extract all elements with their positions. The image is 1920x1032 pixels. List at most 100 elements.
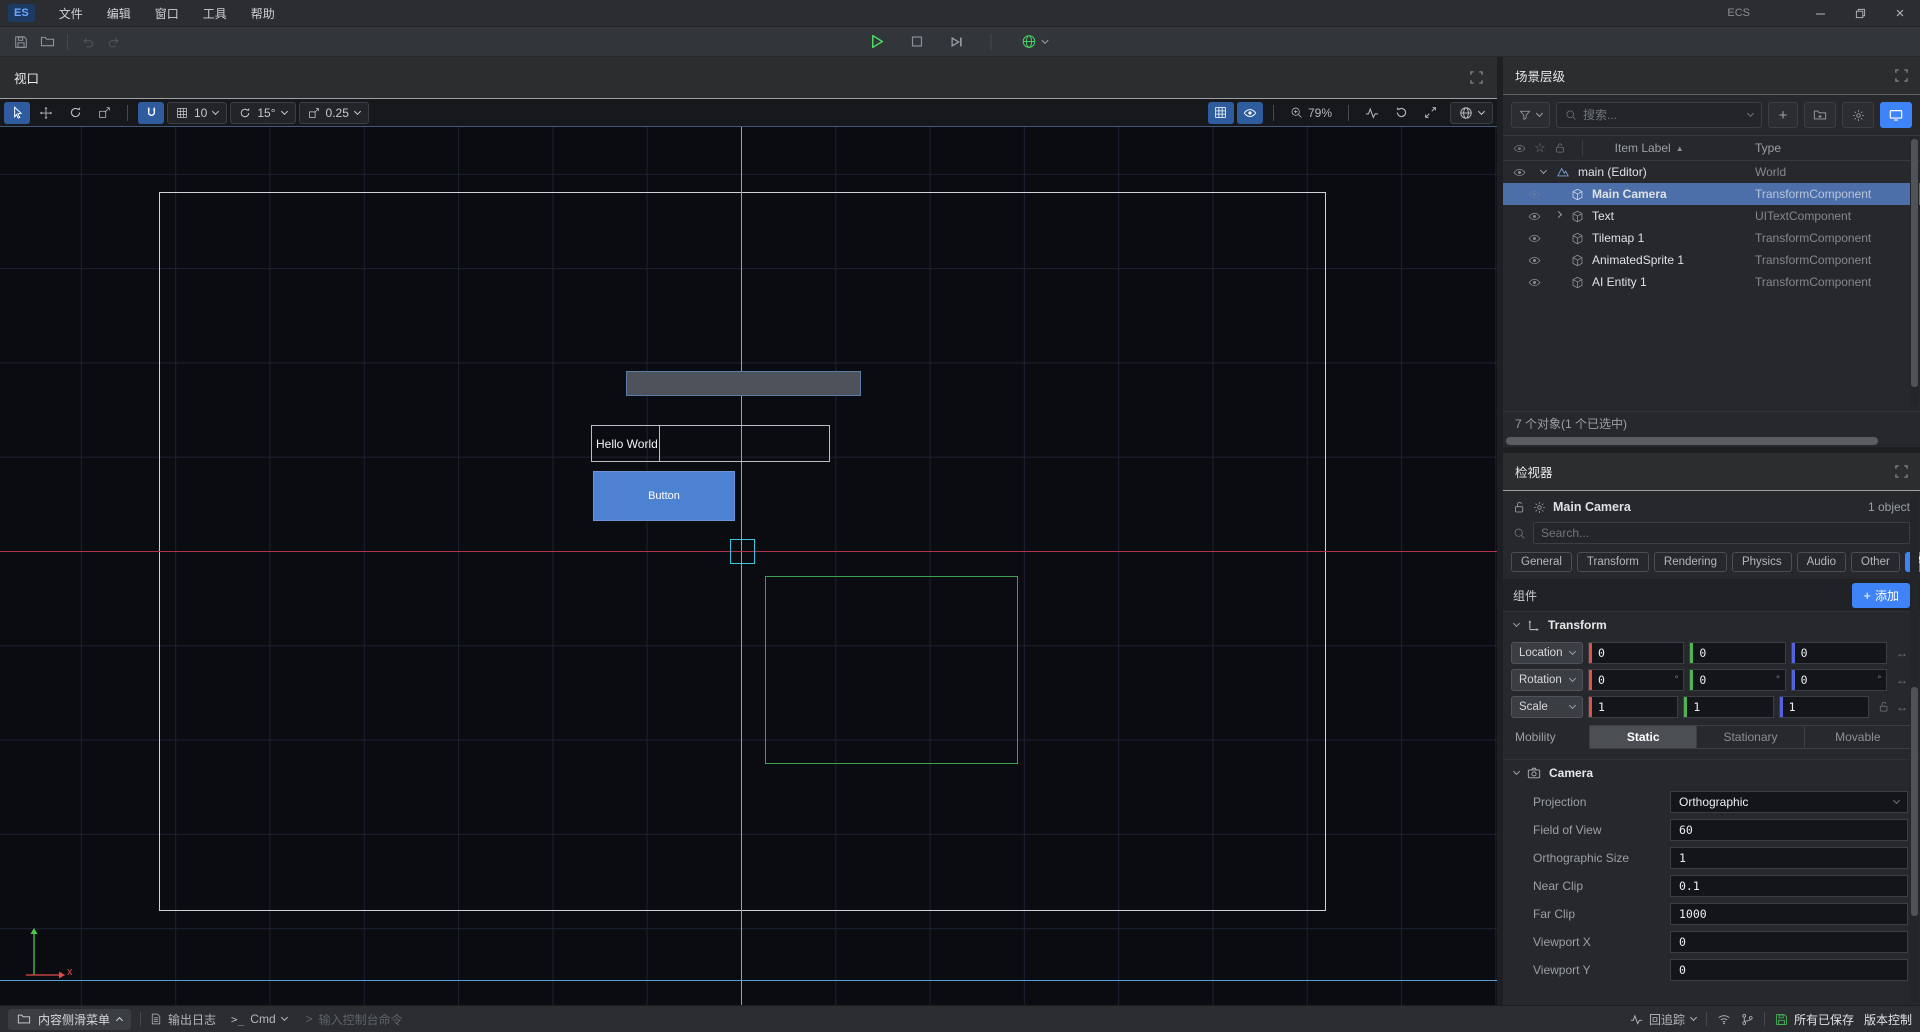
rotation-dropdown[interactable]: Rotation [1511, 669, 1583, 691]
far-clip-input[interactable]: 1000 [1670, 903, 1908, 925]
filter-dropdown[interactable] [1511, 102, 1550, 128]
mobility-movable-button[interactable]: Movable [1805, 725, 1912, 749]
viewport-y-input[interactable]: 0 [1670, 959, 1908, 981]
redo-icon[interactable] [101, 31, 127, 53]
inspector-vertical-scrollbar[interactable] [1910, 493, 1919, 1003]
zoom-level[interactable]: 79% [1284, 106, 1338, 120]
eye-icon[interactable] [1528, 210, 1541, 223]
projection-dropdown[interactable]: Orthographic [1670, 791, 1908, 813]
tab-audio[interactable]: Audio [1797, 552, 1846, 572]
eye-icon[interactable] [1528, 254, 1541, 267]
location-y-field[interactable]: 0 [1689, 642, 1785, 664]
item-label-column[interactable]: Item Label [1615, 141, 1671, 155]
ai-entity-region[interactable] [765, 576, 1018, 764]
eye-icon[interactable] [1528, 232, 1541, 245]
visibility-toggle[interactable] [1237, 102, 1263, 124]
tab-physics[interactable]: Physics [1732, 552, 1792, 572]
output-log-button[interactable]: 输出日志 [150, 1011, 216, 1028]
text-object[interactable]: Hello World [591, 425, 830, 462]
show-grid-toggle[interactable] [1208, 102, 1234, 124]
button-object[interactable]: Button [593, 471, 735, 521]
tab-rendering[interactable]: Rendering [1654, 552, 1727, 572]
scale-y-field[interactable]: 1 [1683, 696, 1773, 718]
tree-row-main-editor[interactable]: main (Editor) World [1503, 161, 1920, 183]
play-button[interactable] [864, 31, 890, 53]
location-dropdown[interactable]: Location [1511, 642, 1583, 664]
rotation-x-field[interactable]: 0° [1588, 669, 1684, 691]
scale-tool-button[interactable] [91, 102, 117, 124]
menu-file[interactable]: 文件 [47, 0, 95, 26]
minimize-button[interactable] [1800, 0, 1840, 26]
fullscreen-button[interactable] [1417, 102, 1443, 124]
hierarchy-search-input[interactable] [1583, 108, 1742, 122]
near-clip-input[interactable]: 0.1 [1670, 875, 1908, 897]
location-x-field[interactable]: 0 [1588, 642, 1684, 664]
rotate-tool-button[interactable] [62, 102, 88, 124]
console-command-input[interactable]: > 输入控制台命令 [306, 1011, 403, 1028]
mobility-stationary-button[interactable]: Stationary [1697, 725, 1804, 749]
app-logo[interactable]: ES [8, 4, 35, 22]
eye-icon[interactable] [1528, 276, 1541, 289]
object-settings-gear-icon[interactable] [1533, 501, 1546, 514]
hierarchy-horizontal-scrollbar[interactable] [1503, 435, 1920, 447]
hierarchy-search[interactable] [1556, 102, 1762, 128]
scale-snap-dropdown[interactable]: 0.25 [299, 102, 369, 124]
world-view-dropdown[interactable] [1450, 102, 1493, 124]
menu-window[interactable]: 窗口 [143, 0, 191, 26]
rotation-snap-dropdown[interactable]: 15° [230, 102, 295, 124]
hierarchy-expand-icon[interactable] [1895, 69, 1908, 82]
open-folder-icon[interactable] [34, 31, 60, 53]
scale-dropdown[interactable]: Scale [1511, 696, 1583, 718]
scene-canvas[interactable]: Hello World Button x [0, 127, 1497, 1005]
lock-column-icon[interactable] [1554, 142, 1566, 154]
add-entity-button[interactable]: + [1768, 102, 1798, 128]
type-column[interactable]: Type [1755, 141, 1781, 155]
scale-z-field[interactable]: 1 [1779, 696, 1869, 718]
step-button[interactable] [944, 31, 970, 53]
transform-section-header[interactable]: Transform [1503, 611, 1920, 638]
unlock-icon[interactable] [1513, 501, 1526, 514]
save-icon[interactable] [8, 31, 34, 53]
camera-section-header[interactable]: Camera [1503, 759, 1920, 786]
add-component-button[interactable]: +添加 [1852, 583, 1910, 608]
version-control-button[interactable]: 版本控制 [1864, 1011, 1912, 1028]
undo-icon[interactable] [75, 31, 101, 53]
expander-open-icon[interactable] [1536, 171, 1550, 173]
rotation-z-field[interactable]: 0° [1791, 669, 1887, 691]
favorite-column-icon[interactable]: ☆ [1534, 140, 1546, 156]
maximize-button[interactable] [1840, 0, 1880, 26]
scale-lock-icon[interactable] [1878, 701, 1890, 713]
sort-ascending-icon[interactable]: ▲ [1676, 144, 1684, 153]
cmd-dropdown[interactable]: >_ Cmd [231, 1012, 287, 1026]
location-z-field[interactable]: 0 [1791, 642, 1887, 664]
tilemap-object[interactable] [626, 371, 861, 396]
snap-magnet-button[interactable] [138, 102, 164, 124]
network-status-icon[interactable] [1717, 1012, 1731, 1026]
tree-row-animatedsprite[interactable]: AnimatedSprite 1 TransformComponent [1503, 249, 1920, 271]
reset-rotation-icon[interactable]: ↔ [1896, 673, 1908, 687]
run-target-globe-dropdown[interactable] [1013, 31, 1057, 53]
new-folder-button[interactable] [1804, 102, 1836, 128]
tree-row-tilemap[interactable]: Tilemap 1 TransformComponent [1503, 227, 1920, 249]
eye-icon[interactable] [1528, 188, 1541, 201]
stats-pulse-button[interactable] [1359, 102, 1385, 124]
reset-location-icon[interactable]: ↔ [1896, 646, 1908, 660]
expander-closed-icon[interactable] [1551, 215, 1565, 217]
menu-edit[interactable]: 编辑 [95, 0, 143, 26]
search-options-chevron[interactable] [1747, 110, 1754, 117]
viewport-expand-icon[interactable] [1470, 71, 1483, 84]
menu-help[interactable]: 帮助 [239, 0, 287, 26]
eye-icon[interactable] [1513, 166, 1526, 179]
hierarchy-vertical-scrollbar[interactable] [1910, 137, 1919, 407]
tree-row-main-camera[interactable]: Main Camera TransformComponent [1503, 183, 1920, 205]
move-tool-button[interactable] [33, 102, 59, 124]
scale-x-field[interactable]: 1 [1588, 696, 1678, 718]
select-tool-button[interactable] [4, 102, 30, 124]
tree-row-ai-entity[interactable]: AI Entity 1 TransformComponent [1503, 271, 1920, 293]
source-control-branch-icon[interactable] [1741, 1013, 1754, 1026]
mobility-static-button[interactable]: Static [1589, 725, 1697, 749]
hierarchy-settings-button[interactable] [1842, 102, 1874, 128]
reset-scale-icon[interactable]: ↔ [1896, 700, 1908, 714]
rotation-y-field[interactable]: 0° [1689, 669, 1785, 691]
tab-transform[interactable]: Transform [1577, 552, 1649, 572]
